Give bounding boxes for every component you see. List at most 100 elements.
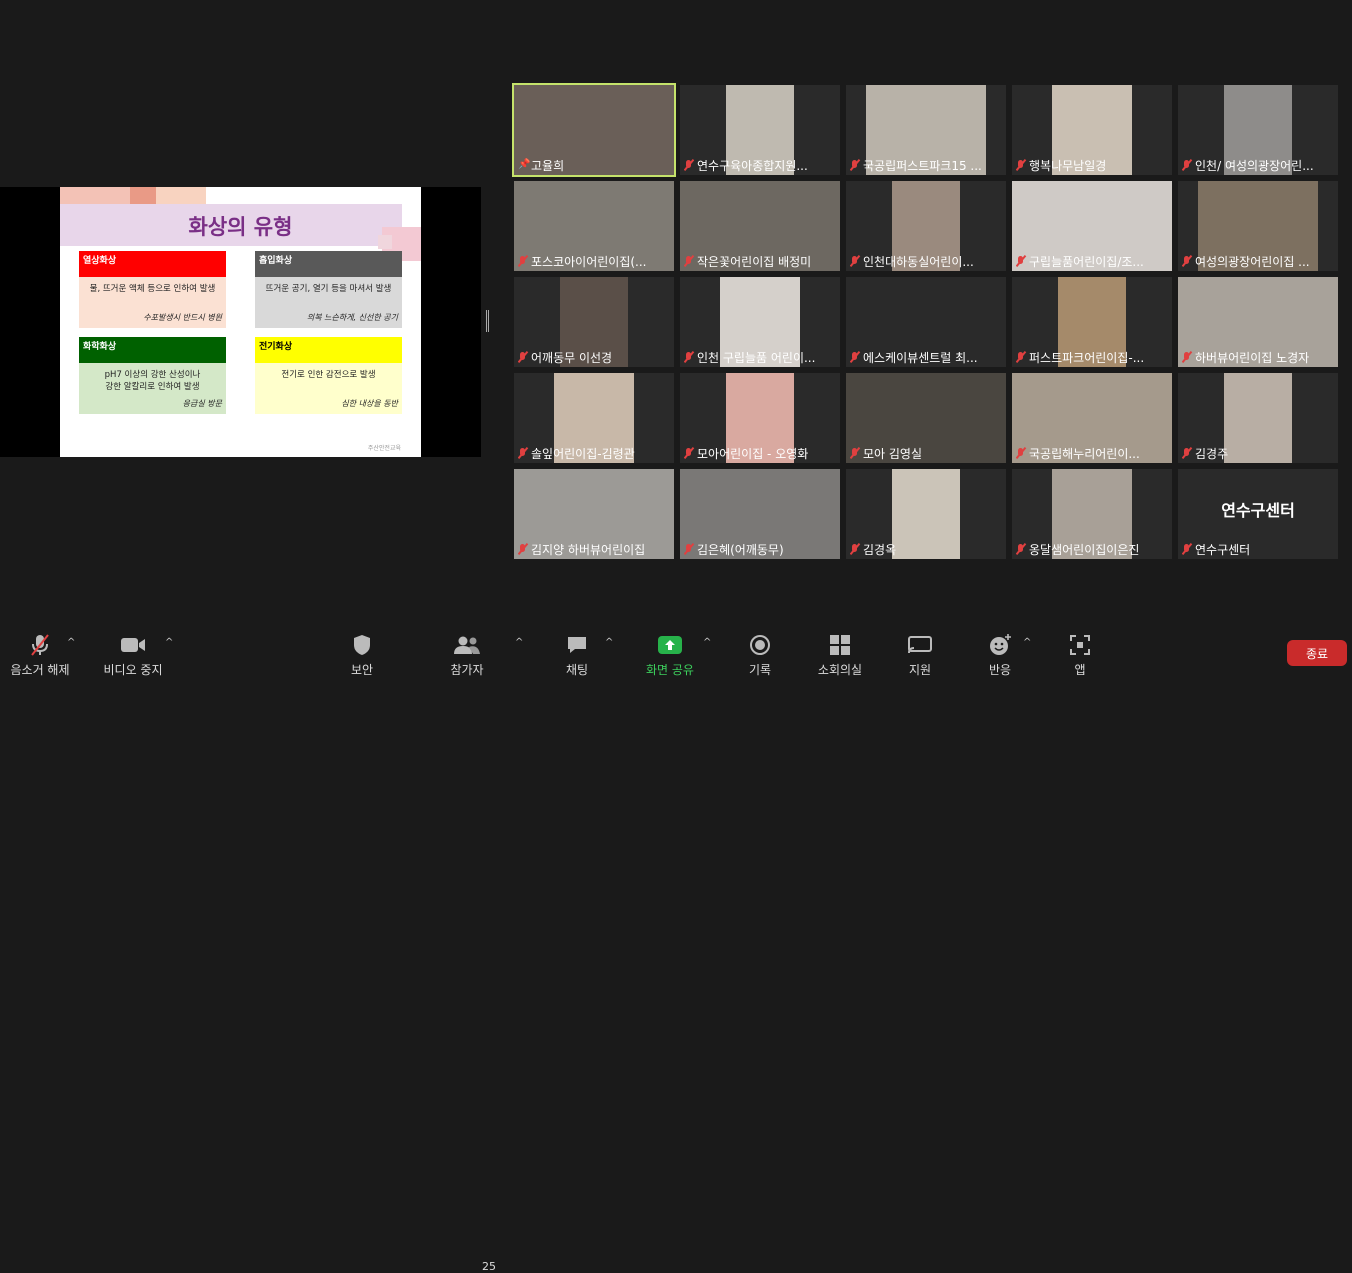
participant-name-tag: 모아 김영실 [850,445,922,461]
participant-name: 모아 김영실 [863,446,923,461]
box-footnote: 심한 내상을 동반 [341,399,398,408]
participant-name-tag: 행복나무남일경 [1016,157,1106,173]
participant-tile[interactable]: 📌 고율희 [512,83,676,177]
participant-name-tag: 📌 고율희 [518,157,564,173]
participant-tile[interactable]: 여성의광장어린이집 ... [1178,181,1338,271]
participant-tile[interactable]: 김경주 [1178,373,1338,463]
apps-icon [1060,633,1100,657]
participant-tile[interactable]: 연수구센터 연수구센터 [1178,469,1338,559]
box-line: 물, 뜨거운 액체 등으로 인하여 발생 [89,284,216,294]
participant-tile[interactable]: 연수구육아종합지원... [680,85,840,175]
box-line: 강한 알칼리로 인하여 발생 [105,382,200,392]
shared-screen[interactable]: 화상의 유형 열상화상 물, 뜨거운 액체 등으로 인하여 발생 수포발생시 반… [0,187,481,457]
participant-tile[interactable]: 인천/ 여성의광장어린... [1178,85,1338,175]
audio-options-caret[interactable]: ^ [67,637,75,648]
mic-off-icon [850,543,860,555]
mic-off-icon [1182,159,1192,171]
participant-video [892,469,960,559]
pin-icon: 📌 [518,159,531,170]
participant-name-tag: 옹달샘어린이집이은진 [1016,541,1139,557]
share-screen-button[interactable]: 화면 공유 [640,633,700,678]
participant-name: 김은혜(어깨동무) [697,542,784,557]
panel-resize-handle[interactable] [486,310,489,332]
participant-tile[interactable]: 어깨동무 이선경 [514,277,674,367]
burn-type-box: 열상화상 물, 뜨거운 액체 등으로 인하여 발생 수포발생시 반드시 병원 [79,251,226,328]
participants-label: 참가자 [450,663,484,677]
participants-button[interactable]: 참가자 [445,633,489,678]
participant-name: 고율희 [531,158,565,173]
participant-tile[interactable]: 모아 김영실 [846,373,1006,463]
participant-tile[interactable]: 국공립해누리어린이... [1012,373,1172,463]
record-button[interactable]: 기록 [740,633,780,678]
video-options-caret[interactable]: ^ [165,637,173,648]
stop-video-button[interactable]: 비디오 중지 [98,633,168,678]
slide-title: 화상의 유형 [188,215,293,239]
participant-name-tag: 김지양 하버뷰어린이집 [518,541,645,557]
box-body: pH7 이상의 강한 산성이나 강한 알칼리로 인하여 발생 응급실 방문 [79,363,226,414]
participant-tile[interactable]: 행복나무남일경 [1012,85,1172,175]
participant-tile[interactable]: 에스케이뷰센트럴 최... [846,277,1006,367]
meeting-toolbar: 음소거 해제 ^ 비디오 중지 ^ 보안 참가자 25 ^ 채팅 ^ 화면 공유… [0,625,1352,1273]
breakout-rooms-label: 소회의실 [817,663,863,677]
participant-name-tag: 솔잎어린이집-김령관 [518,445,635,461]
security-button[interactable]: 보안 [342,633,382,678]
participant-tile[interactable]: 구립늘품어린이집/조... [1012,181,1172,271]
participant-tile[interactable]: 김은혜(어깨동무) [680,469,840,559]
participant-tile[interactable]: 퍼스트파크어린이집-... [1012,277,1172,367]
chat-options-caret[interactable]: ^ [605,637,613,648]
mic-off-icon [684,447,694,459]
mic-off-icon [1016,351,1026,363]
participant-name: 구립늘품어린이집/조... [1029,254,1144,269]
mic-off-icon [1182,255,1192,267]
participant-name-tag: 김경옥 [850,541,896,557]
participant-name-tag: 인천/ 여성의광장어린... [1182,157,1314,173]
participant-name-tag: 포스코아이어린이집(... [518,253,647,269]
participant-name: 연수구육아종합지원... [697,158,808,173]
box-line: 전기로 인한 감전으로 발생 [281,370,376,380]
participant-tile[interactable]: 포스코아이어린이집(... [514,181,674,271]
chat-button[interactable]: 채팅 [560,633,594,678]
participant-name: 행복나무남일경 [1029,158,1107,173]
participant-tile[interactable]: 하버뷰어린이집 노경자 [1178,277,1338,367]
mic-off-icon [684,255,694,267]
participant-tile[interactable]: 김지양 하버뷰어린이집 [514,469,674,559]
end-meeting-button[interactable]: 종료 [1287,640,1347,666]
participant-tile[interactable]: 옹달샘어린이집이은진 [1012,469,1172,559]
participant-tile[interactable]: 국공립퍼스트파크15 ... [846,85,1006,175]
participants-options-caret[interactable]: ^ [515,637,523,648]
burn-type-box: 흡입화상 뜨거운 공기, 열기 등을 마셔서 발생 의복 느슨하게, 신선한 공… [255,251,402,328]
participant-tile[interactable]: 김경옥 [846,469,1006,559]
box-body: 뜨거운 공기, 열기 등을 마셔서 발생 의복 느슨하게, 신선한 공기 [255,277,402,328]
participant-tile[interactable]: 인천대하동실어린이... [846,181,1006,271]
reactions-options-caret[interactable]: ^ [1023,637,1031,648]
apps-button[interactable]: 앱 [1060,633,1100,678]
mic-off-icon [850,447,860,459]
breakout-rooms-button[interactable]: 소회의실 [810,633,870,678]
box-footnote: 응급실 방문 [182,399,222,408]
participant-name-tag: 인천 구립늘품 어린이... [684,349,815,365]
participant-name-tag: 김은혜(어깨동무) [684,541,784,557]
box-line: 뜨거운 공기, 열기 등을 마셔서 발생 [265,284,392,294]
share-screen-icon [658,636,682,654]
participant-name-tag: 인천대하동실어린이... [850,253,974,269]
share-options-caret[interactable]: ^ [703,637,711,648]
unmute-button[interactable]: 음소거 해제 [8,633,72,678]
share-screen-label: 화면 공유 [646,663,694,677]
support-button[interactable]: 지원 [900,633,940,678]
reactions-button[interactable]: 반응 [980,633,1020,678]
participant-tile[interactable]: 작은꽃어린이집 배정미 [680,181,840,271]
share-screen-icon-wrap [640,633,700,657]
participant-name-tag: 구립늘품어린이집/조... [1016,253,1144,269]
mic-off-icon [1016,543,1026,555]
box-header: 흡입화상 [255,251,402,277]
participant-name: 김경주 [1195,446,1229,461]
participant-name-tag: 연수구센터 [1182,541,1250,557]
mic-off-icon [1182,447,1192,459]
participant-tile[interactable]: 솔잎어린이집-김령관 [514,373,674,463]
unmute-label: 음소거 해제 [10,663,70,677]
participant-tile[interactable]: 인천 구립늘품 어린이... [680,277,840,367]
apps-label: 앱 [1074,663,1086,677]
participant-tile[interactable]: 모아어린이집 - 오영화 [680,373,840,463]
participant-name: 국공립퍼스트파크15 ... [863,158,982,173]
people-icon [445,633,489,657]
